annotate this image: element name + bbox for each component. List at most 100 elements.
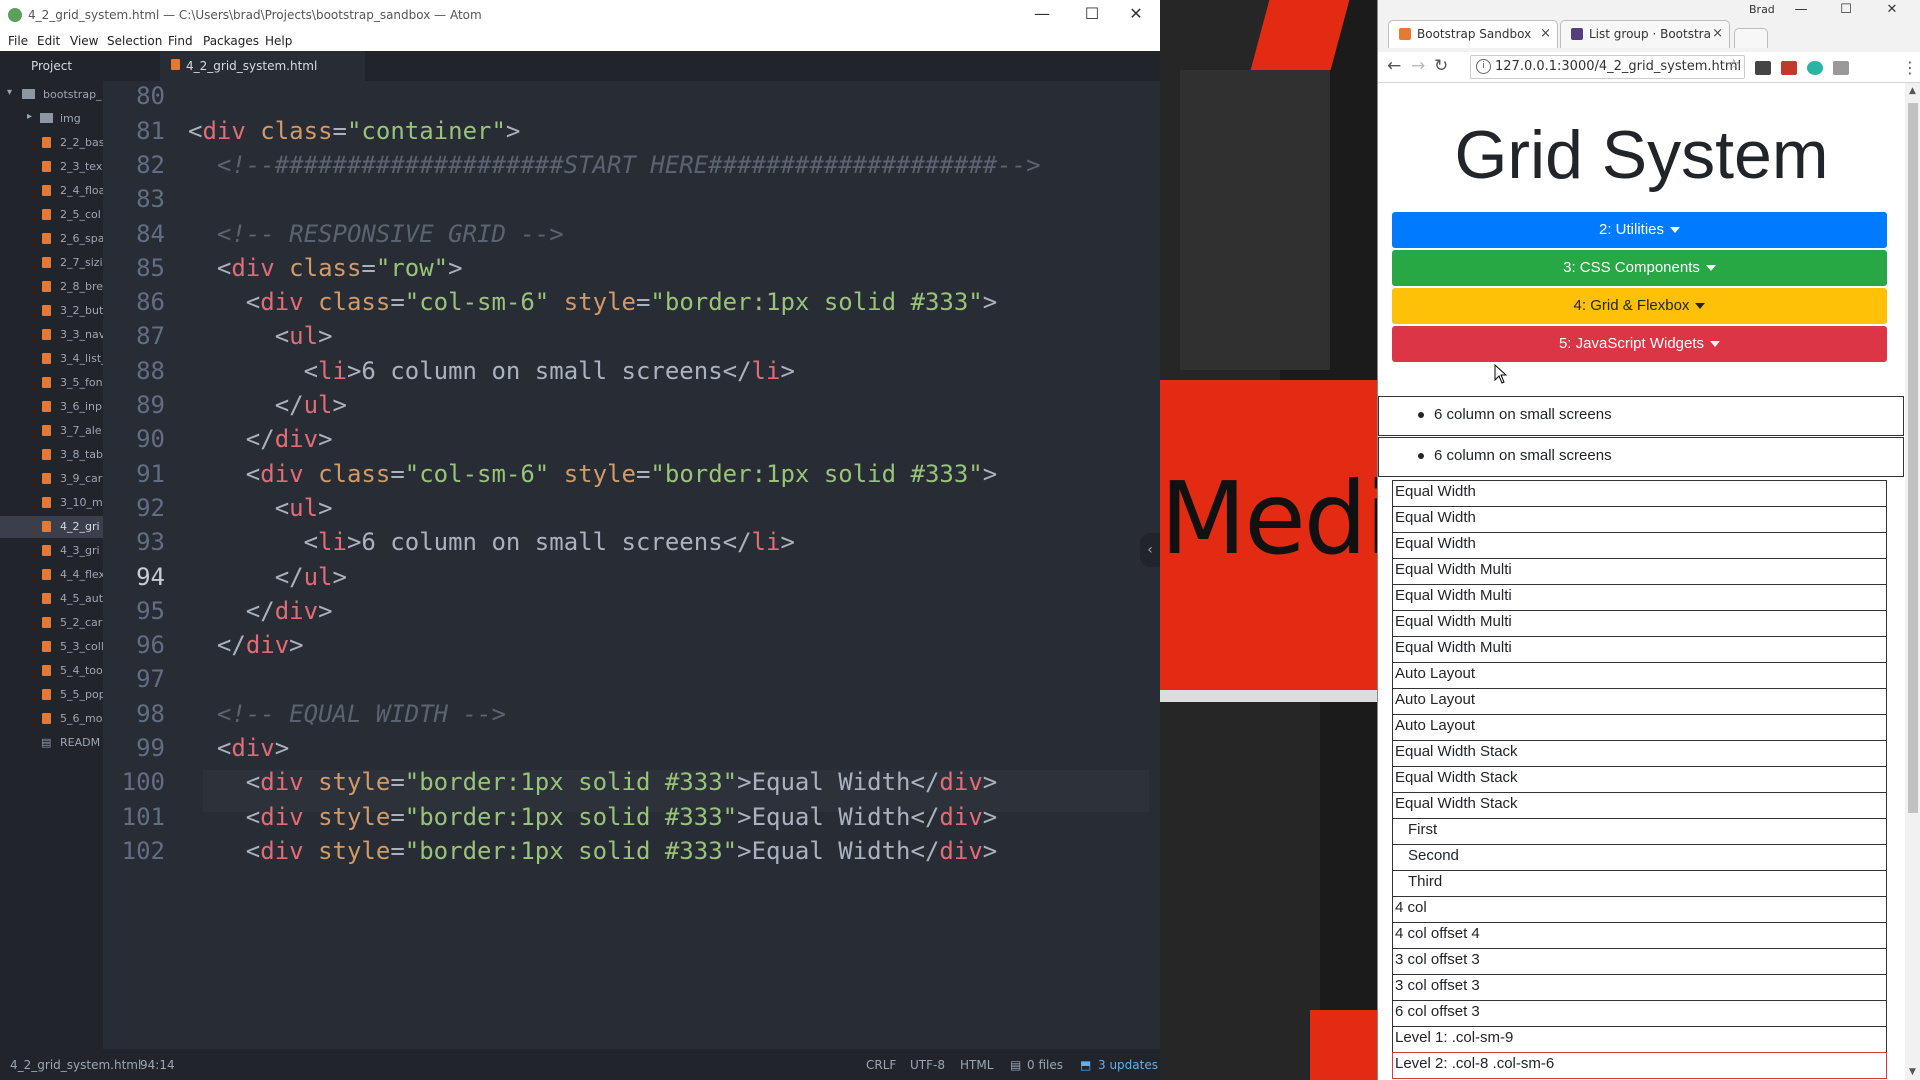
tree-file[interactable]: 2_4_floa bbox=[0, 180, 103, 202]
tree-file[interactable]: 3_9_car bbox=[0, 468, 103, 490]
tree-folder-img[interactable]: ▸ img bbox=[0, 108, 103, 130]
wallpaper-text: Medi bbox=[1160, 460, 1377, 577]
chrome-close-icon[interactable]: ✕ bbox=[1872, 2, 1912, 17]
tree-file[interactable]: 3_8_tab bbox=[0, 444, 103, 466]
minimize-icon[interactable]: — bbox=[1022, 4, 1062, 23]
tab-close-icon[interactable]: × bbox=[1712, 26, 1723, 41]
tree-file[interactable]: 3_10_m bbox=[0, 492, 103, 514]
dock-toggle-icon[interactable]: ‹ bbox=[1140, 533, 1160, 567]
tree-file[interactable]: 2_2_bas bbox=[0, 132, 103, 154]
status-file-path[interactable]: 4_2_grid_system.html bbox=[10, 1058, 141, 1072]
code-line[interactable]: </div> bbox=[188, 597, 333, 625]
status-encoding[interactable]: UTF-8 bbox=[910, 1058, 945, 1072]
chrome-minimize-icon[interactable]: — bbox=[1781, 2, 1821, 17]
back-arrow-icon[interactable]: ← bbox=[1387, 56, 1401, 76]
forward-arrow-icon[interactable]: → bbox=[1411, 56, 1425, 76]
status-cursor-position[interactable]: 94:14 bbox=[140, 1058, 175, 1072]
code-line[interactable]: <!-- EQUAL WIDTH --> bbox=[188, 700, 506, 728]
tab-close-icon[interactable]: × bbox=[1540, 26, 1551, 41]
page-scrollbar[interactable]: ▲ ▼ bbox=[1905, 83, 1920, 1080]
code-line[interactable]: <li>6 column on small screens</li> bbox=[188, 357, 795, 385]
tree-file[interactable]: 2_6_spa bbox=[0, 228, 103, 250]
extension-icon[interactable] bbox=[1807, 61, 1823, 75]
tree-file[interactable]: 3_7_ale bbox=[0, 420, 103, 442]
tree-file[interactable]: 3_6_inp bbox=[0, 396, 103, 418]
project-panel-tab[interactable]: Project bbox=[0, 51, 103, 81]
tree-file[interactable]: 5_4_too bbox=[0, 660, 103, 682]
code-line[interactable]: <!-- RESPONSIVE GRID --> bbox=[188, 220, 564, 248]
code-line[interactable]: <div class="col-sm-6" style="border:1px … bbox=[188, 460, 997, 488]
scroll-down-icon[interactable]: ▼ bbox=[1909, 1067, 1916, 1077]
tree-file[interactable]: 3_4_list_ bbox=[0, 348, 103, 370]
menu-packages[interactable]: Packages bbox=[203, 34, 259, 48]
tree-file[interactable]: 2_8_bre bbox=[0, 276, 103, 298]
code-line[interactable]: <div class="col-sm-6" style="border:1px … bbox=[188, 288, 997, 316]
code-line[interactable]: <div class="row"> bbox=[188, 254, 463, 282]
new-tab-button[interactable] bbox=[1734, 28, 1768, 48]
tree-file[interactable]: 5_6_mo bbox=[0, 708, 103, 730]
reload-icon[interactable]: ↻ bbox=[1434, 56, 1448, 76]
extension-icon[interactable] bbox=[1755, 61, 1771, 75]
code-line[interactable]: </div> bbox=[188, 631, 304, 659]
tab-bootstrap-sandbox[interactable]: Bootstrap Sandbox × bbox=[1388, 20, 1558, 48]
menu-file[interactable]: File bbox=[8, 34, 28, 48]
status-git[interactable]: 0 files bbox=[1027, 1058, 1063, 1072]
tab-list-group[interactable]: List group · Bootstra × bbox=[1560, 20, 1730, 48]
tree-file[interactable]: 3_5_fon bbox=[0, 372, 103, 394]
tree-file[interactable]: 4_3_gri bbox=[0, 540, 103, 562]
tree-root-folder[interactable]: ▾ bootstrap_ bbox=[0, 84, 103, 106]
status-line-ending[interactable]: CRLF bbox=[866, 1058, 896, 1072]
tree-file-readme[interactable]: ▤ READM bbox=[0, 732, 103, 754]
chrome-menu-icon[interactable]: ⋮ bbox=[1902, 58, 1918, 77]
address-bar[interactable]: i 127.0.0.1:3000/4_2_grid_system.html ☆ bbox=[1470, 55, 1745, 79]
menu-selection[interactable]: Selection bbox=[107, 34, 162, 48]
tree-file[interactable]: 4_4_flex bbox=[0, 564, 103, 586]
menu-find[interactable]: Find bbox=[168, 34, 193, 48]
code-line[interactable]: <div style="border:1px solid #333">Equal… bbox=[188, 803, 997, 831]
menu-view[interactable]: View bbox=[70, 34, 98, 48]
dropdown-javascript-widgets[interactable]: 5: JavaScript Widgets bbox=[1392, 326, 1887, 362]
code-line[interactable]: </ul> bbox=[188, 391, 347, 419]
code-line[interactable]: <li>6 column on small screens</li> bbox=[188, 528, 795, 556]
html5-file-icon bbox=[42, 617, 51, 628]
menu-help[interactable]: Help bbox=[265, 34, 292, 48]
profile-name[interactable]: Brad bbox=[1749, 3, 1775, 16]
dropdown-css-components[interactable]: 3: CSS Components bbox=[1392, 250, 1887, 286]
tree-file[interactable]: 3_3_nav bbox=[0, 324, 103, 346]
chrome-maximize-icon[interactable]: ☐ bbox=[1826, 2, 1866, 17]
code-line[interactable]: <div> bbox=[188, 734, 289, 762]
scrollbar-thumb[interactable] bbox=[1908, 103, 1918, 813]
tree-file[interactable]: 5_3_coll bbox=[0, 636, 103, 658]
site-info-icon[interactable]: i bbox=[1476, 59, 1491, 74]
status-grammar[interactable]: HTML bbox=[960, 1058, 993, 1072]
code-line[interactable]: </ul> bbox=[188, 563, 347, 591]
extension-icon[interactable] bbox=[1833, 61, 1849, 75]
tree-file[interactable]: 5_2_car bbox=[0, 612, 103, 634]
dropdown-utilities[interactable]: 2: Utilities bbox=[1392, 212, 1887, 248]
tree-file[interactable]: 3_2_but bbox=[0, 300, 103, 322]
close-icon[interactable]: ✕ bbox=[1116, 4, 1156, 23]
line-number: 100 bbox=[121, 768, 165, 797]
status-updates[interactable]: 3 updates bbox=[1098, 1058, 1158, 1072]
code-line[interactable]: <div class="container"> bbox=[188, 117, 520, 145]
code-line[interactable]: <!--####################START HERE######… bbox=[188, 151, 1041, 179]
bookmark-star-icon[interactable]: ☆ bbox=[1727, 57, 1740, 73]
tree-file[interactable]: 2_5_col bbox=[0, 204, 103, 226]
maximize-icon[interactable]: ☐ bbox=[1072, 4, 1112, 23]
tree-file[interactable]: 5_5_pop bbox=[0, 684, 103, 706]
menu-edit[interactable]: Edit bbox=[37, 34, 60, 48]
code-editor[interactable]: 79</header>8081<div class="container">82… bbox=[103, 81, 1160, 1049]
code-line[interactable]: <ul> bbox=[188, 494, 333, 522]
tree-file[interactable]: 4_2_gri bbox=[0, 516, 103, 538]
code-line[interactable]: <div style="border:1px solid #333">Equal… bbox=[188, 837, 997, 865]
extension-icon[interactable] bbox=[1781, 61, 1797, 75]
code-line[interactable]: </div> bbox=[188, 425, 333, 453]
dropdown-grid-flexbox[interactable]: 4: Grid & Flexbox bbox=[1392, 288, 1887, 324]
tree-file[interactable]: 2_7_sizi bbox=[0, 252, 103, 274]
tree-file[interactable]: 4_5_aut bbox=[0, 588, 103, 610]
code-line[interactable]: <div style="border:1px solid #333">Equal… bbox=[188, 768, 997, 796]
scroll-up-icon[interactable]: ▲ bbox=[1909, 86, 1916, 96]
code-line[interactable]: <ul> bbox=[188, 322, 333, 350]
file-tab[interactable]: 4_2_grid_system.html bbox=[160, 51, 365, 81]
tree-file[interactable]: 2_3_tex bbox=[0, 156, 103, 178]
